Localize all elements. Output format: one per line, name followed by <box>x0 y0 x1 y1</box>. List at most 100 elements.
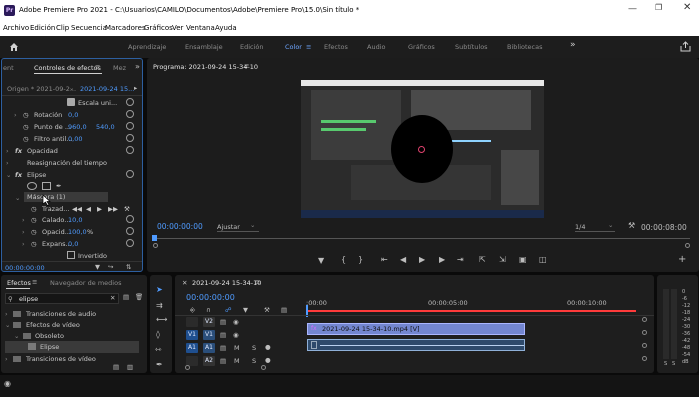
track-select-tool-icon[interactable]: ⇉ <box>156 301 163 310</box>
workspace-edicion[interactable]: Edición <box>240 43 264 51</box>
expand-chevron-icon[interactable]: › <box>14 111 17 119</box>
mute-icon[interactable]: M <box>234 357 240 365</box>
track-label-a2[interactable]: A2 <box>203 356 215 366</box>
extract-icon[interactable]: ⇲ <box>499 255 506 264</box>
more-workspaces-icon[interactable]: » <box>570 40 576 50</box>
toggle-output-icon[interactable]: ◉ <box>233 318 239 326</box>
pen-tool-icon[interactable]: ✒ <box>56 182 61 190</box>
menu-ver[interactable]: Ver <box>172 24 183 32</box>
stopwatch-icon[interactable]: ◷ <box>23 135 29 143</box>
reset-icon[interactable] <box>126 122 134 130</box>
collapse-chevron-icon[interactable]: ⌄ <box>5 321 10 329</box>
anchor-y-value[interactable]: 540,0 <box>96 123 115 131</box>
ripple-edit-tool-icon[interactable]: ⟷ <box>156 315 167 324</box>
workspace-audio[interactable]: Audio <box>367 43 385 51</box>
program-monitor-title[interactable]: Programa: 2021-09-24 15-34-10 <box>153 63 258 71</box>
workspace-efectos[interactable]: Efectos <box>324 43 348 51</box>
workspace-menu-icon[interactable]: ≡ <box>306 43 311 51</box>
expand-chevron-icon[interactable]: › <box>22 216 25 224</box>
ellipse-mask-icon[interactable] <box>27 182 37 190</box>
collapse-chevron-icon[interactable]: ⌄ <box>14 332 19 340</box>
stopwatch-icon[interactable]: ◷ <box>31 216 37 224</box>
clear-search-icon[interactable]: ✕ <box>110 294 115 302</box>
tab-partial-left[interactable]: ent <box>3 64 14 72</box>
expand-chevron-icon[interactable]: › <box>5 310 8 318</box>
sequence-clip-label[interactable]: 2021-09-24 15... <box>80 85 134 93</box>
export-icon[interactable]: ↪ <box>108 263 113 271</box>
toggle-icon[interactable]: ⇅ <box>126 263 131 271</box>
feather-value[interactable]: 10,0 <box>68 216 82 224</box>
share-icon[interactable] <box>680 41 691 52</box>
uniform-scale-checkbox[interactable] <box>67 98 75 106</box>
effect-controls-timecode[interactable]: 00:00:00:00 <box>5 264 45 272</box>
workspace-ensamblaje[interactable]: Ensamblaje <box>185 43 223 51</box>
selection-tool-icon[interactable]: ➤ <box>156 285 163 294</box>
reset-icon[interactable] <box>126 98 134 106</box>
stopwatch-icon[interactable]: ◷ <box>23 123 29 131</box>
close-sequence-icon[interactable]: ✕ <box>182 279 187 287</box>
reset-icon[interactable] <box>126 110 134 118</box>
razor-tool-icon[interactable]: ◊ <box>156 330 160 339</box>
mute-icon[interactable]: M <box>234 344 240 352</box>
nest-icon[interactable]: ⎆ <box>190 306 195 315</box>
tab-media-browser[interactable]: Navegador de medios <box>50 279 121 287</box>
stopwatch-icon[interactable]: ◷ <box>23 111 29 119</box>
reset-icon[interactable] <box>126 146 134 154</box>
stopwatch-icon[interactable]: ◷ <box>31 228 37 236</box>
anchor-x-value[interactable]: 960,0 <box>68 123 87 131</box>
chevron-down-icon[interactable]: ⌄ <box>608 221 613 229</box>
collapse-chevron-icon[interactable]: ⌄ <box>6 171 11 179</box>
track-label-v1[interactable]: V1 <box>203 330 215 340</box>
effects-search-input[interactable]: ⚲ elipse ✕ <box>5 293 119 304</box>
workspace-color[interactable]: Color <box>285 43 302 51</box>
solo-right-button[interactable]: S <box>672 361 675 367</box>
expand-chevron-icon[interactable]: › <box>6 159 9 167</box>
new-bin-icon[interactable]: ▤ <box>113 363 119 371</box>
audio-clip[interactable] <box>307 339 525 351</box>
expand-chevron-icon[interactable]: › <box>6 147 9 155</box>
program-timecode-current[interactable]: 00:00:00:00 <box>157 222 203 231</box>
panel-menu-icon[interactable]: ≡ <box>32 278 37 286</box>
restore-icon[interactable]: ❐ <box>655 3 662 12</box>
sync-lock-icon[interactable]: ▤ <box>220 318 226 326</box>
go-to-out-icon[interactable]: ⇥ <box>457 255 464 264</box>
tree-item-ellipse[interactable]: Elipse <box>5 341 139 353</box>
expand-chevron-icon[interactable]: › <box>5 355 8 363</box>
menu-edicion[interactable]: Edición <box>30 24 55 32</box>
linked-selection-icon[interactable]: ☍ <box>225 306 232 314</box>
solo-left-button[interactable]: S <box>664 361 667 367</box>
tab-effect-controls[interactable]: Controles de efectos <box>34 64 101 72</box>
sync-lock-icon[interactable]: ▤ <box>220 357 226 365</box>
delete-icon[interactable]: ▥ <box>127 363 133 371</box>
inverted-checkbox[interactable] <box>67 251 75 259</box>
snap-icon[interactable]: ∩ <box>206 306 211 314</box>
source-patch[interactable] <box>186 317 198 327</box>
add-button-icon[interactable]: + <box>678 254 686 265</box>
rectangle-mask-icon[interactable] <box>42 182 51 190</box>
track-label-a1[interactable]: A1 <box>203 343 215 353</box>
track-label-v2[interactable]: V2 <box>203 317 215 327</box>
new-bin-icon[interactable]: ▤ <box>123 293 129 301</box>
fx-icon[interactable]: fx <box>15 171 22 179</box>
voiceover-mic-icon[interactable]: ● <box>265 356 271 364</box>
minimize-icon[interactable]: — <box>628 4 637 14</box>
sync-lock-icon[interactable]: ▤ <box>220 344 226 352</box>
captions-icon[interactable]: ▤ <box>281 306 287 314</box>
menu-ayuda[interactable]: Ayuda <box>215 24 237 32</box>
filter-icon[interactable]: ▼ <box>95 263 100 271</box>
panel-menu-icon[interactable]: ≡ <box>255 278 260 286</box>
chevron-down-icon[interactable]: ⌄ <box>250 221 255 229</box>
step-forward-icon[interactable]: ▶ <box>97 205 102 213</box>
mask-opacity-value[interactable]: 100,0 <box>68 228 87 236</box>
step-backward-icon[interactable]: ◀ <box>86 205 91 213</box>
reset-icon[interactable] <box>126 134 134 142</box>
play-only-icon[interactable]: ▸ <box>134 84 137 92</box>
step-back-icon[interactable]: ◀ <box>400 255 406 264</box>
menu-graficos[interactable]: Gráficos <box>144 24 173 32</box>
panel-menu-icon[interactable]: ≡ <box>244 62 249 70</box>
workspace-graficos[interactable]: Gráficos <box>408 43 435 51</box>
video-clip[interactable]: fx 2021-09-24 15-34-10.mp4 [V] <box>307 323 525 335</box>
source-patch-v1[interactable]: V1 <box>186 330 198 340</box>
go-to-in-icon[interactable]: ⇤ <box>381 255 388 264</box>
sync-lock-icon[interactable]: ▤ <box>220 331 226 339</box>
